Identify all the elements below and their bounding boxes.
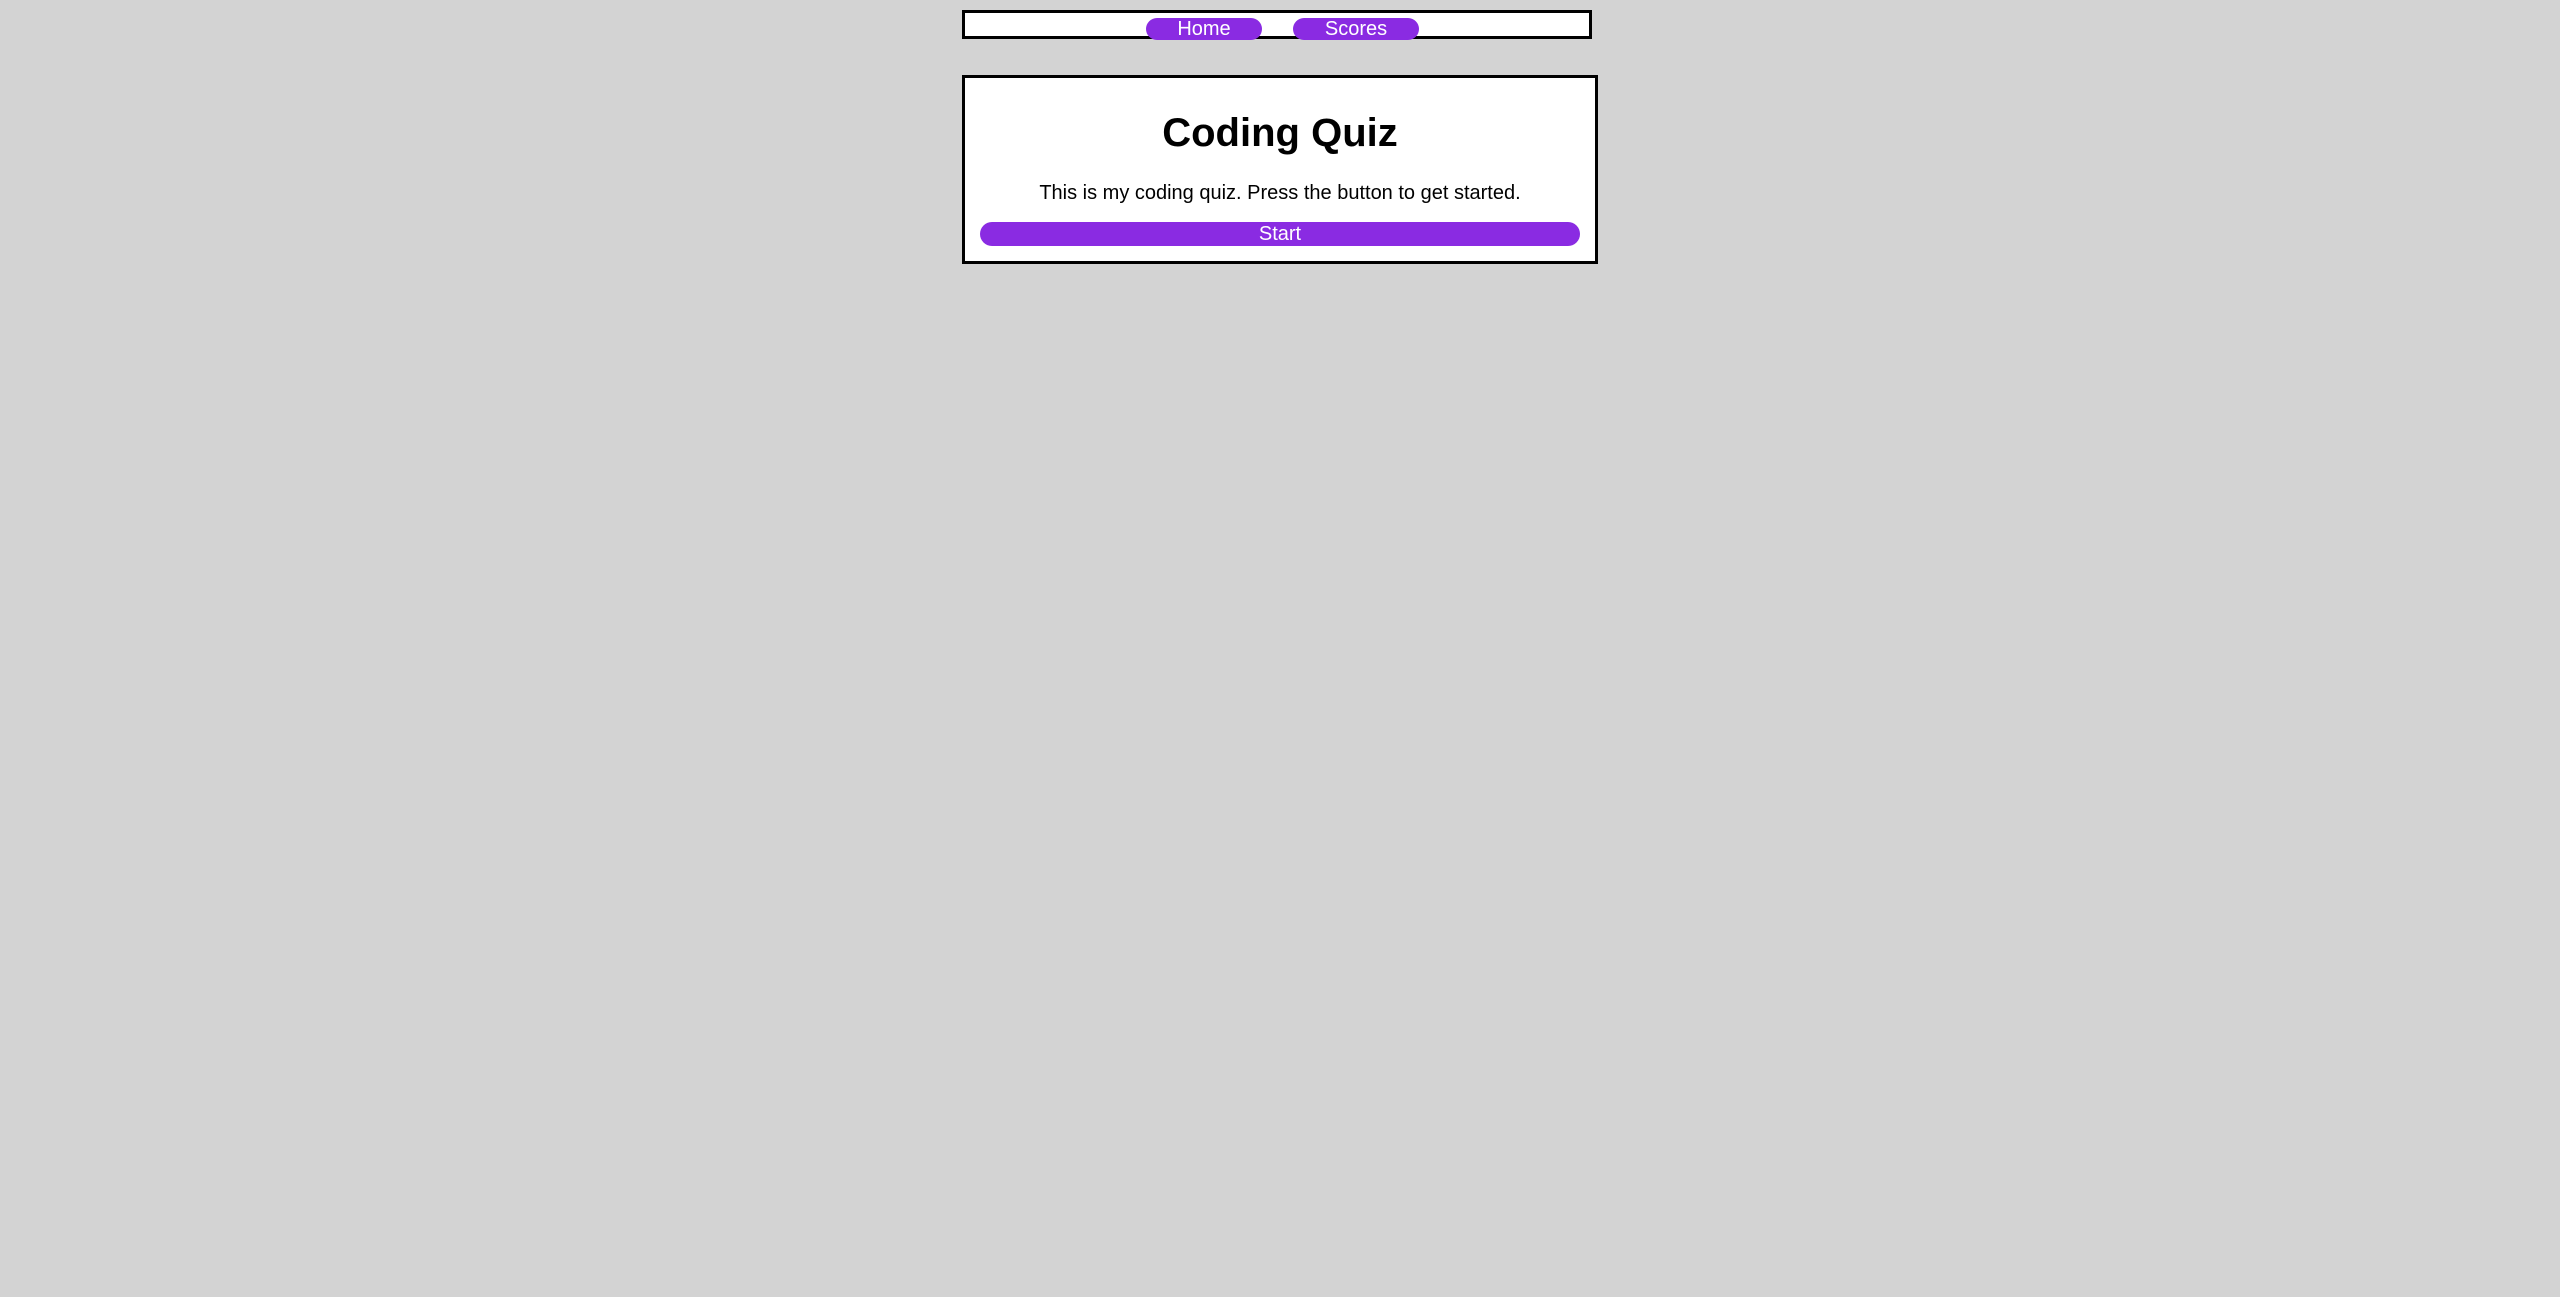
- page-title: Coding Quiz: [1162, 111, 1398, 155]
- scores-button[interactable]: Scores: [1293, 18, 1419, 40]
- home-button[interactable]: Home: [1146, 18, 1262, 40]
- top-nav: Home Scores: [962, 10, 1592, 40]
- quiz-description: This is my coding quiz. Press the button…: [1039, 182, 1521, 204]
- start-button[interactable]: Start: [980, 222, 1580, 246]
- quiz-card: Coding Quiz This is my coding quiz. Pres…: [962, 75, 1598, 264]
